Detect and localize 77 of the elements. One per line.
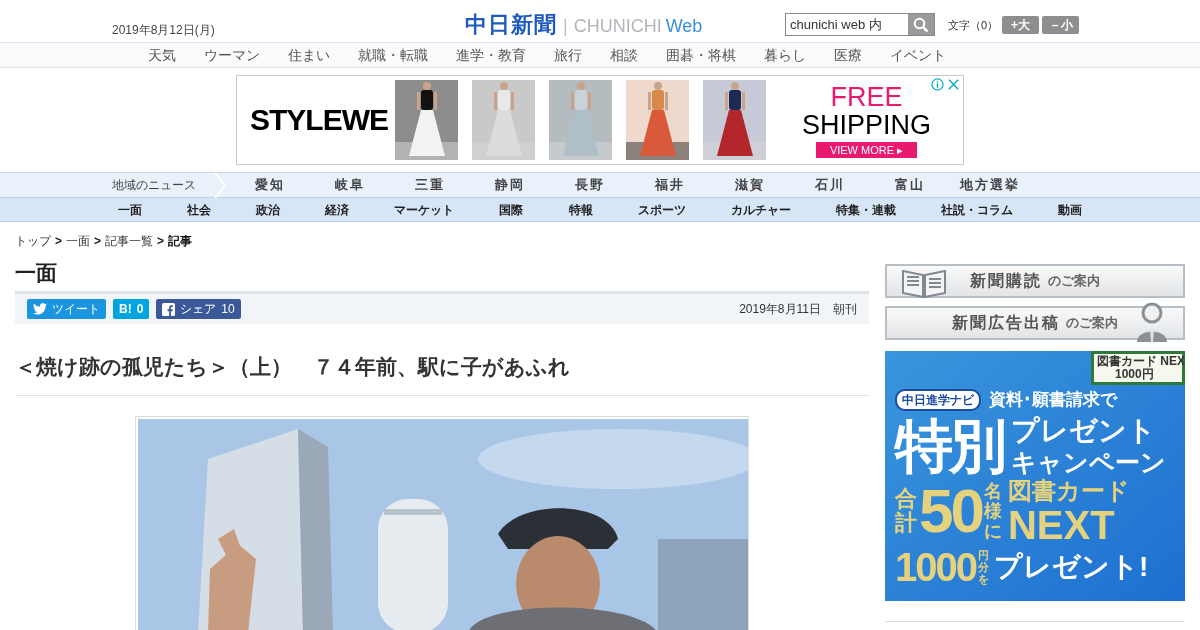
- region-link[interactable]: 富山: [870, 175, 950, 195]
- top-nav-link[interactable]: ウーマン: [204, 44, 260, 66]
- bird-icon: [33, 303, 47, 315]
- section-link[interactable]: 社会: [186, 200, 211, 219]
- region-link[interactable]: 愛知: [230, 175, 310, 195]
- article-edition: 朝刊: [833, 301, 857, 318]
- banner-amount: 1000: [895, 544, 976, 589]
- advertisement-banner[interactable]: STYLEWE FREE SHIPPING VIEW MORE ▸: [236, 75, 964, 165]
- top-nav-link[interactable]: 暮らし: [764, 44, 806, 66]
- banner-text: 円分を: [978, 548, 990, 585]
- top-nav-link[interactable]: イベント: [890, 44, 946, 66]
- regional-nav-label: 地域のニュース: [112, 177, 196, 194]
- close-icon[interactable]: [947, 78, 960, 91]
- banner-text: プレゼント!: [994, 549, 1149, 584]
- search-field[interactable]: chunichi web 内: [785, 13, 935, 36]
- banner-text: プレゼント: [1011, 414, 1157, 447]
- banner-text: 合計: [895, 486, 918, 535]
- info-icon[interactable]: [931, 78, 944, 91]
- top-nav-link[interactable]: 囲碁・将棋: [666, 44, 736, 66]
- site-logo: 中日進学ナビ: [895, 388, 981, 411]
- top-nav-link[interactable]: 住まい: [288, 44, 330, 66]
- share-button[interactable]: シェア 10: [156, 299, 241, 319]
- region-link[interactable]: 三重: [390, 175, 470, 195]
- banner-count: 50: [919, 479, 982, 542]
- region-link[interactable]: 石川: [790, 175, 870, 195]
- banner-text: 名様に: [983, 480, 1003, 541]
- ad-brand: STYLEWE: [250, 102, 389, 138]
- section-link[interactable]: 政治: [255, 200, 280, 219]
- view-more-button[interactable]: VIEW MORE ▸: [816, 141, 917, 158]
- site-logo[interactable]: 中日新聞 | CHUNICHI Web: [465, 8, 703, 41]
- facebook-icon: [162, 302, 176, 316]
- section-link[interactable]: カルチャー: [730, 200, 791, 219]
- region-link[interactable]: 岐阜: [310, 175, 390, 195]
- sidebar-link-button[interactable]: 新聞購読 のご案内: [885, 264, 1185, 298]
- font-size-label: 文字（0）: [948, 18, 999, 33]
- breadcrumb-link[interactable]: 記事一覧: [105, 232, 154, 250]
- region-link[interactable]: 滋賀: [710, 175, 790, 195]
- region-link[interactable]: 長野: [550, 175, 630, 195]
- breadcrumb-separator: >: [55, 233, 62, 250]
- banner-text: NEXT: [1007, 504, 1115, 545]
- section-link[interactable]: 特報: [568, 200, 593, 219]
- newspaper-icon: [901, 267, 947, 299]
- section-link[interactable]: 一面: [117, 200, 142, 219]
- person-icon: [1135, 302, 1169, 342]
- region-link[interactable]: 地方選挙: [950, 175, 1030, 195]
- ad-headline: FREE: [830, 82, 903, 111]
- article-date: 2019年8月11日: [739, 301, 821, 318]
- section-link[interactable]: 社説・コラム: [941, 200, 1014, 219]
- ad-headline: SHIPPING: [802, 110, 932, 139]
- region-link[interactable]: 静岡: [470, 175, 550, 195]
- banner-lead: 資料･願書請求で: [989, 389, 1117, 411]
- top-nav-link[interactable]: 相談: [610, 44, 638, 66]
- section-link[interactable]: マーケット: [394, 200, 455, 219]
- section-title: 一面: [15, 260, 58, 286]
- section-link[interactable]: 動画: [1058, 200, 1083, 219]
- banner-big-text: 特別: [895, 415, 1003, 476]
- breadcrumb-link[interactable]: 記事: [168, 232, 193, 250]
- section-link[interactable]: 国際: [499, 200, 524, 219]
- top-nav-link[interactable]: 進学・教育: [456, 44, 526, 66]
- section-link[interactable]: スポーツ: [637, 200, 686, 219]
- section-link[interactable]: 特集・連載: [836, 200, 896, 219]
- search-button[interactable]: [908, 14, 934, 35]
- section-link[interactable]: 経済: [325, 200, 350, 219]
- top-nav-link[interactable]: 天気: [148, 44, 176, 66]
- article-headline: ＜焼け跡の孤児たち＞（上） ７４年前、駅に子があふれ: [15, 351, 869, 396]
- banner-text: 図書カード: [1007, 476, 1130, 505]
- breadcrumb-link[interactable]: トップ: [15, 232, 51, 250]
- breadcrumb-separator: >: [94, 233, 102, 250]
- top-nav-link[interactable]: 医療: [834, 44, 862, 66]
- breadcrumb-separator: >: [157, 233, 165, 250]
- region-link[interactable]: 福井: [630, 175, 710, 195]
- breadcrumb-link[interactable]: 一面: [66, 232, 90, 250]
- top-nav-link[interactable]: 就職・転職: [358, 44, 428, 66]
- top-nav-link[interactable]: 旅行: [554, 44, 582, 66]
- header-date: 2019年8月12日(月): [112, 22, 215, 39]
- banner-text: キャンペーン: [1011, 446, 1166, 477]
- chevron-divider: [214, 173, 226, 198]
